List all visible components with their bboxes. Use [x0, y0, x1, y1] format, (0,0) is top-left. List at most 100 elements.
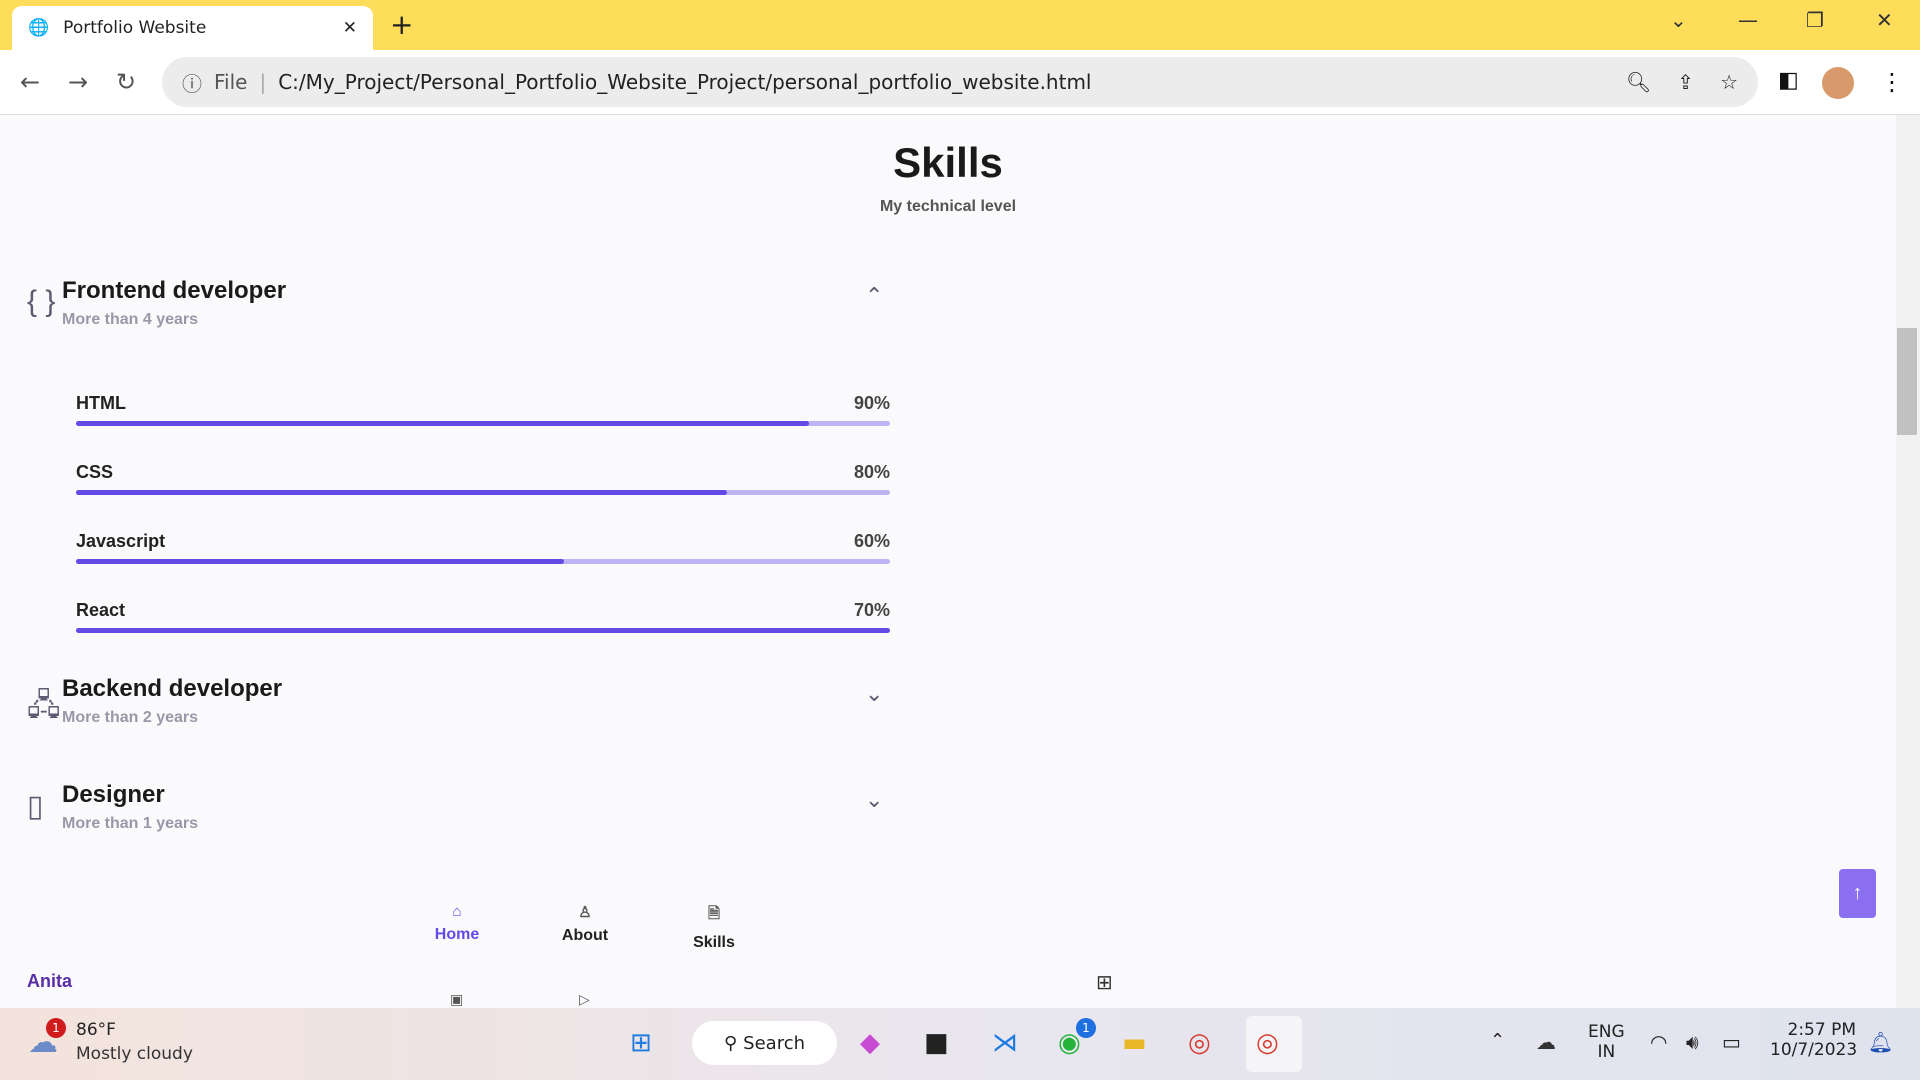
section-subtitle: More than 1 years — [62, 815, 199, 832]
new-tab-button[interactable]: + — [390, 8, 413, 41]
menu-icon[interactable]: ⋮ — [1880, 68, 1904, 96]
skill-name: CSS — [76, 462, 114, 482]
nav-about[interactable]: ♙ About — [535, 903, 635, 945]
chevron-down-icon[interactable]: ⌄ — [865, 787, 883, 813]
nav-skills[interactable]: 🗎 Skills — [664, 903, 764, 952]
image-icon[interactable]: ▣ — [450, 991, 463, 1008]
notification-bell-icon[interactable]: 🔔︎ — [1868, 1030, 1893, 1054]
file-explorer-icon[interactable]: ▬ — [1122, 1028, 1147, 1058]
progress-track — [76, 421, 890, 426]
nav-label: Home — [434, 926, 480, 943]
wifi-icon[interactable]: ◠ — [1650, 1030, 1667, 1054]
restore-button[interactable]: ❐ — [1806, 8, 1824, 32]
grid-menu-icon[interactable]: ⊞ — [1096, 970, 1113, 995]
skill-javascript: Javascript 60% — [76, 531, 890, 571]
skill-name: Javascript — [76, 531, 166, 551]
language-indicator[interactable]: ENG IN — [1588, 1022, 1625, 1062]
clock[interactable]: 2:57 PM 10/7/2023 — [1770, 1020, 1857, 1060]
brand-logo[interactable]: Anita — [27, 971, 72, 992]
chevron-up-icon[interactable]: ⌃ — [865, 283, 883, 309]
tab-search-icon[interactable]: ⌄ — [1670, 8, 1687, 32]
chrome-profile-icon[interactable]: ◎ — [1256, 1028, 1279, 1058]
skill-css: CSS 80% — [76, 462, 890, 502]
section-title: Backend developer — [62, 675, 283, 702]
scrollbar[interactable] — [1896, 115, 1920, 1008]
search-icon: ⚲ — [723, 1032, 738, 1054]
progress-track — [76, 490, 890, 495]
globe-icon: 🌐 — [28, 18, 50, 38]
server-icon: 🖧 — [27, 689, 61, 722]
taskbar-search[interactable]: ⚲ Search — [692, 1021, 837, 1065]
windows-start-icon[interactable]: ⊞ — [630, 1028, 652, 1058]
weather-temp[interactable]: 86°F — [76, 1020, 116, 1040]
send-icon[interactable]: ▷ — [579, 991, 590, 1008]
tray-chevron-icon[interactable]: ⌃ — [1490, 1030, 1505, 1051]
tab-title: Portfolio Website — [63, 18, 207, 38]
file-icon: 🗎 — [707, 905, 721, 922]
chevron-down-icon[interactable]: ⌄ — [865, 681, 883, 707]
progress-fill — [76, 421, 809, 426]
progress-fill — [76, 490, 728, 495]
braces-icon: { } — [27, 285, 56, 318]
copilot-icon[interactable]: ◆ — [860, 1028, 880, 1058]
scroll-up-button[interactable]: ↑ — [1839, 869, 1876, 918]
bookmark-star-icon[interactable]: ☆ — [1720, 70, 1738, 94]
info-icon: ⓘ — [182, 71, 202, 96]
time: 2:57 PM — [1787, 1020, 1857, 1040]
skill-name: HTML — [76, 393, 126, 413]
page-content: Skills My technical level { } Frontend d… — [0, 115, 1896, 1008]
skill-percent: 70% — [853, 600, 890, 620]
terminal-icon[interactable]: ■ — [924, 1028, 949, 1058]
close-window-button[interactable]: ✕ — [1876, 8, 1893, 32]
weather-badge: 1 — [46, 1018, 66, 1038]
minimize-button[interactable]: — — [1738, 8, 1758, 32]
progress-track — [76, 559, 890, 564]
skill-percent: 80% — [853, 462, 890, 482]
side-panel-icon[interactable]: ◧ — [1778, 68, 1799, 93]
section-subtitle: More than 4 years — [62, 311, 199, 328]
weather-desc[interactable]: Mostly cloudy — [76, 1044, 193, 1064]
onedrive-icon[interactable]: ☁ — [1536, 1030, 1556, 1054]
swatchbook-icon: ▯ — [27, 790, 44, 823]
taskbar — [0, 1008, 1920, 1080]
reload-icon[interactable]: ↻ — [116, 68, 136, 96]
zoom-icon[interactable]: 🔍︎ — [1626, 70, 1651, 94]
progress-fill — [76, 559, 565, 564]
nav-label: About — [561, 927, 609, 944]
volume-icon[interactable]: 🔊︎ — [1686, 1030, 1699, 1054]
chrome-icon[interactable]: ◎ — [1188, 1028, 1211, 1058]
search-label: Search — [743, 1032, 806, 1054]
browser-tab[interactable]: 🌐 Portfolio Website ✕ — [12, 6, 373, 50]
section-title: Frontend developer — [62, 277, 287, 304]
vscode-icon[interactable]: ⋊ — [992, 1028, 1018, 1058]
page-subtitle: My technical level — [879, 198, 1017, 215]
url-scheme: File — [214, 70, 248, 94]
close-tab-icon[interactable]: ✕ — [343, 18, 357, 38]
skill-percent: 60% — [853, 531, 890, 551]
forward-icon[interactable]: → — [68, 68, 88, 96]
nav-label: Skills — [693, 934, 735, 951]
page-title: Skills — [893, 139, 1003, 186]
skill-react: React 70% — [76, 600, 890, 640]
lang-code: ENG — [1588, 1022, 1625, 1042]
skill-html: HTML 90% — [76, 393, 890, 433]
progress-fill — [76, 628, 890, 633]
skill-name: React — [76, 600, 126, 620]
url-text: C:/My_Project/Personal_Portfolio_Website… — [278, 70, 1092, 94]
battery-icon[interactable]: ▭ — [1722, 1030, 1741, 1054]
divider: | — [259, 70, 267, 94]
scrollbar-thumb[interactable] — [1897, 328, 1917, 435]
user-icon: ♙ — [578, 904, 592, 921]
section-subtitle: More than 2 years — [62, 709, 199, 726]
section-title: Designer — [62, 781, 165, 808]
address-bar[interactable]: ⓘ File | C:/My_Project/Personal_Portfoli… — [162, 57, 1758, 107]
skill-percent: 90% — [853, 393, 890, 413]
profile-avatar[interactable] — [1822, 67, 1854, 99]
share-icon[interactable]: ⇪ — [1677, 70, 1694, 94]
back-icon[interactable]: ← — [20, 68, 40, 96]
whatsapp-badge: 1 — [1076, 1018, 1096, 1038]
home-icon: ⌂ — [452, 903, 462, 920]
progress-track — [76, 628, 890, 633]
nav-home[interactable]: ⌂ Home — [407, 903, 507, 944]
region-code: IN — [1597, 1042, 1616, 1062]
